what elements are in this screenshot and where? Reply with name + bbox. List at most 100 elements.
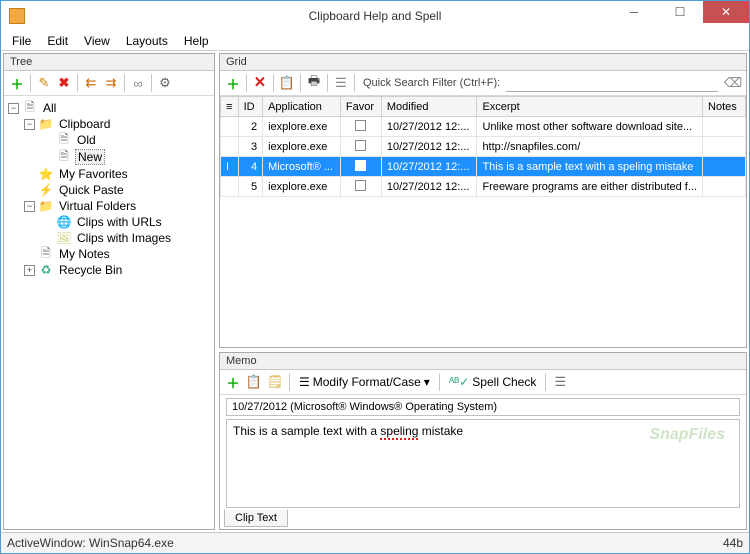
lightning-icon: ⚡ <box>38 183 54 197</box>
tree-label: Clips with URLs <box>75 215 164 229</box>
table-row[interactable]: 2iexplore.exe10/27/2012 12:...Unlike mos… <box>221 117 746 137</box>
paste-icon[interactable]: 📋 <box>245 373 263 391</box>
right-column: Grid ＋ 🗙 📋 🖶 ☰ Quick Search Filter (Ctrl… <box>217 51 749 532</box>
tree-header: Tree <box>4 54 214 71</box>
separator <box>30 74 31 92</box>
document-icon: 🗎 <box>22 101 38 115</box>
cell-app: Microsoft® ... <box>263 157 341 177</box>
checkbox-icon[interactable] <box>355 160 366 171</box>
recycle-bin-icon: ♻ <box>38 263 54 277</box>
tree-node-recycle[interactable]: + ♻ Recycle Bin <box>6 262 212 278</box>
separator <box>77 74 78 92</box>
menu-layouts[interactable]: Layouts <box>119 32 175 50</box>
list-icon: ☰ <box>299 375 310 389</box>
tree-node-quickpaste[interactable]: ⚡ Quick Paste <box>6 182 212 198</box>
collapse-toggle-icon[interactable]: − <box>24 201 35 212</box>
menu-help[interactable]: Help <box>177 32 216 50</box>
tree-label: All <box>41 101 58 115</box>
expand-icon[interactable]: ⇇ <box>82 74 100 92</box>
tree-node-images[interactable]: 🖼 Clips with Images <box>6 230 212 246</box>
col-rowheader[interactable]: ≡ <box>221 97 239 117</box>
clear-search-icon[interactable]: ⌫ <box>724 74 742 92</box>
print-icon[interactable]: 🖶 <box>305 74 323 92</box>
maximize-button[interactable]: ☐ <box>657 1 703 23</box>
grid-table: ≡ ID Application Favor Modified Excerpt … <box>220 96 746 197</box>
cell-notes <box>703 137 746 157</box>
collapse-toggle-icon[interactable]: − <box>8 103 19 114</box>
delete-icon[interactable]: ✖ <box>55 74 73 92</box>
filter-icon[interactable]: ☰ <box>332 74 350 92</box>
cell-modified: 10/27/2012 12:... <box>381 117 477 137</box>
tab-cliptext[interactable]: Clip Text <box>224 509 288 527</box>
grid-toolbar: ＋ 🗙 📋 🖶 ☰ Quick Search Filter (Ctrl+F): … <box>220 71 746 96</box>
row-marker: I <box>221 157 239 177</box>
delete-icon[interactable]: 🗙 <box>251 74 269 92</box>
tree-node-all[interactable]: − 🗎 All <box>6 100 212 116</box>
quick-search-input[interactable] <box>506 74 718 92</box>
modify-format-label: Modify Format/Case <box>313 375 421 389</box>
collapse-toggle-icon[interactable]: − <box>24 119 35 130</box>
modify-format-button[interactable]: ☰ Modify Format/Case ▾ <box>295 374 434 390</box>
expand-toggle-icon[interactable]: + <box>24 265 35 276</box>
grid-panel: Grid ＋ 🗙 📋 🖶 ☰ Quick Search Filter (Ctrl… <box>219 53 747 348</box>
wrap-icon[interactable]: ☰ <box>551 373 569 391</box>
memo-content[interactable]: This is a sample text with a speling mis… <box>226 419 740 508</box>
menu-edit[interactable]: Edit <box>40 32 75 50</box>
separator <box>354 74 355 92</box>
tree-node-new[interactable]: 🗎 New <box>6 148 212 166</box>
table-row[interactable]: I4Microsoft® ...10/27/2012 12:...This is… <box>221 157 746 177</box>
grid-header-row: ≡ ID Application Favor Modified Excerpt … <box>221 97 746 117</box>
col-favor[interactable]: Favor <box>340 97 381 117</box>
checkbox-icon[interactable] <box>355 180 366 191</box>
close-button[interactable]: ✕ <box>703 1 749 23</box>
tree-label: Recycle Bin <box>57 263 124 277</box>
cell-notes <box>703 177 746 197</box>
tree-node-virtualfolders[interactable]: − 📁 Virtual Folders <box>6 198 212 214</box>
add-icon[interactable]: ＋ <box>224 74 242 92</box>
virtual-folder-icon: 📁 <box>38 199 54 213</box>
edit-icon[interactable]: ✎ <box>35 74 53 92</box>
tree-node-favorites[interactable]: ⭐ My Favorites <box>6 166 212 182</box>
tree-node-clipboard[interactable]: − 📁 Clipboard <box>6 116 212 132</box>
tree-panel: Tree ＋ ✎ ✖ ⇇ ⇉ ∞ ⚙ − 🗎 All − 📁 Clipboard <box>3 53 215 530</box>
tree-node-old[interactable]: 🗎 Old <box>6 132 212 148</box>
copy-icon[interactable]: 📋 <box>278 74 296 92</box>
tree[interactable]: − 🗎 All − 📁 Clipboard 🗎 Old 🗎 New <box>4 96 214 529</box>
add-icon[interactable]: ＋ <box>224 373 242 391</box>
minimize-button[interactable]: ─ <box>611 1 657 23</box>
menu-view[interactable]: View <box>77 32 117 50</box>
checkbox-icon[interactable] <box>355 120 366 131</box>
col-excerpt[interactable]: Excerpt <box>477 97 703 117</box>
tree-node-urls[interactable]: 🌐 Clips with URLs <box>6 214 212 230</box>
cell-app: iexplore.exe <box>263 137 341 157</box>
tree-label: Old <box>75 133 98 147</box>
cell-favor[interactable] <box>340 177 381 197</box>
collapse-icon[interactable]: ⇉ <box>102 74 120 92</box>
col-app[interactable]: Application <box>263 97 341 117</box>
grid-table-wrap[interactable]: ≡ ID Application Favor Modified Excerpt … <box>220 96 746 347</box>
col-id[interactable]: ID <box>238 97 262 117</box>
table-row[interactable]: 5iexplore.exe10/27/2012 12:...Freeware p… <box>221 177 746 197</box>
window-controls: ─ ☐ ✕ <box>611 1 749 23</box>
cell-favor[interactable] <box>340 157 381 177</box>
tree-label: My Favorites <box>57 167 130 181</box>
quick-search-label: Quick Search Filter (Ctrl+F): <box>363 77 500 89</box>
cell-favor[interactable] <box>340 117 381 137</box>
checkbox-icon[interactable] <box>355 140 366 151</box>
memo-header: Memo <box>220 353 746 370</box>
col-modified[interactable]: Modified <box>381 97 477 117</box>
spell-check-button[interactable]: ᴬᴮ✓ Spell Check <box>445 374 541 390</box>
tree-node-notes[interactable]: 🗎 My Notes <box>6 246 212 262</box>
grid-header: Grid <box>220 54 746 71</box>
settings-icon[interactable]: ⚙ <box>156 74 174 92</box>
spell-check-label: Spell Check <box>472 375 536 389</box>
menu-file[interactable]: File <box>5 32 38 50</box>
col-notes[interactable]: Notes <box>703 97 746 117</box>
cell-excerpt: http://snapfiles.com/ <box>477 137 703 157</box>
cell-app: iexplore.exe <box>263 177 341 197</box>
note-icon[interactable]: 🗒 <box>266 373 284 391</box>
table-row[interactable]: 3iexplore.exe10/27/2012 12:...http://sna… <box>221 137 746 157</box>
cell-favor[interactable] <box>340 137 381 157</box>
link-icon[interactable]: ∞ <box>129 74 147 92</box>
add-icon[interactable]: ＋ <box>8 74 26 92</box>
